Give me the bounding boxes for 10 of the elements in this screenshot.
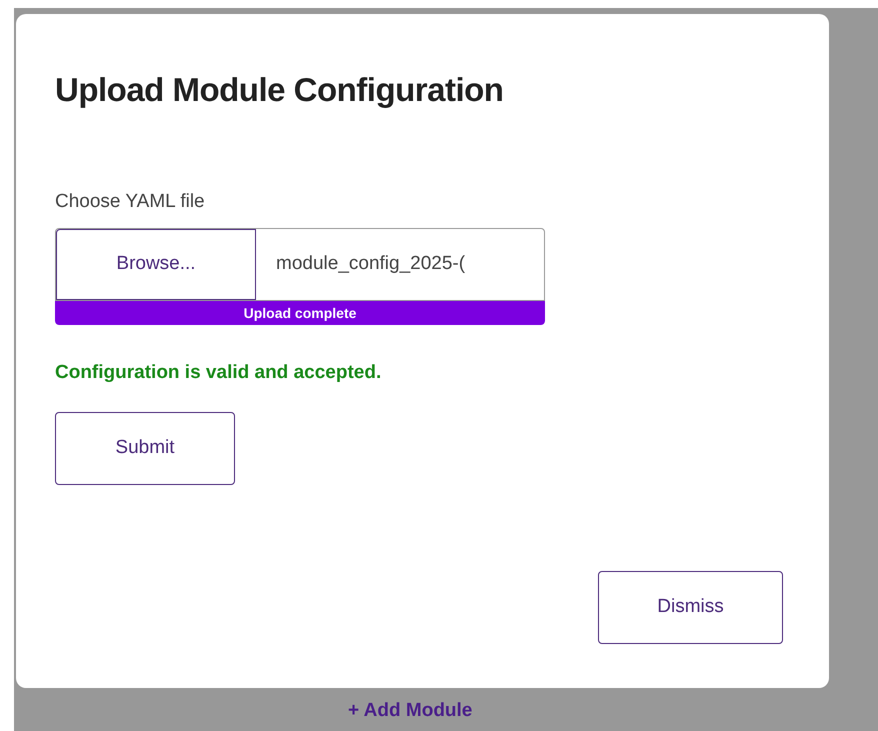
file-field[interactable]: Browse... module_config_2025-( — [55, 228, 545, 302]
status-message: Configuration is valid and accepted. — [55, 361, 382, 386]
dismiss-button[interactable]: Dismiss — [598, 571, 783, 644]
add-module-link[interactable]: + Add Module — [348, 697, 472, 726]
browse-button[interactable]: Browse... — [56, 229, 256, 300]
progress-label: Upload complete — [242, 304, 358, 324]
file-name: module_config_2025-( — [275, 252, 466, 276]
field-label: Choose YAML file — [55, 190, 206, 214]
dialog-title: Upload Module Configuration — [55, 70, 504, 110]
submit-button[interactable]: Submit — [55, 412, 235, 485]
